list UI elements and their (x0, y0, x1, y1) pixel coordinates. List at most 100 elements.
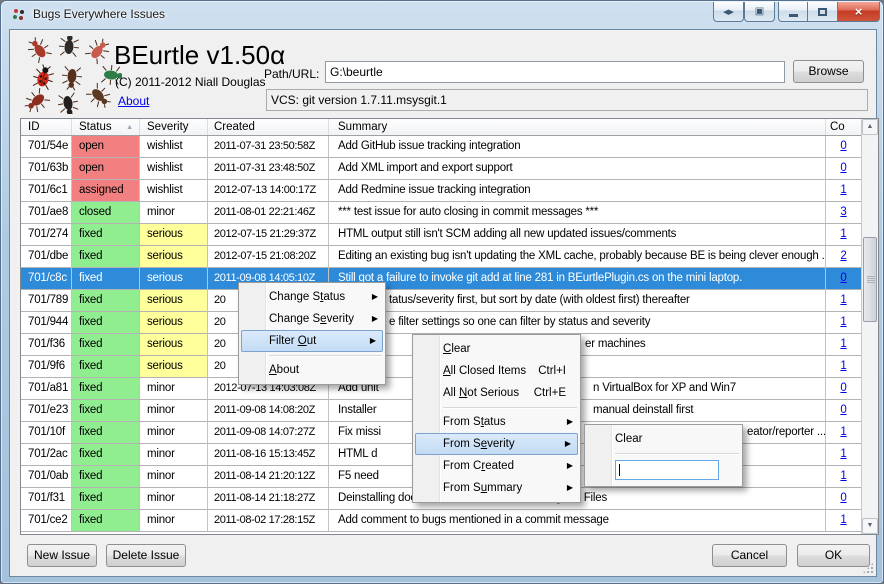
menu-item-filter-out[interactable]: Filter Out ▶ (241, 330, 383, 352)
vertical-scrollbar[interactable]: ▲ ▼ (861, 119, 878, 534)
menu-item-change-status[interactable]: Change Status ▶ (239, 286, 385, 308)
scroll-down-button[interactable]: ▼ (862, 518, 878, 534)
cell-status: open (72, 136, 140, 158)
column-header-summary[interactable]: Summary (329, 119, 826, 135)
menu-item-clear[interactable]: Clear ▶ (413, 338, 580, 360)
dock-compare-button[interactable]: ◀▶ (713, 2, 744, 22)
menu-item-change-severity[interactable]: Change Severity ▶ (239, 308, 385, 330)
comment-count-link[interactable]: 1 (840, 470, 846, 482)
cell-severity: wishlist (140, 158, 208, 180)
submenu-arrow-icon: ▶ (369, 336, 376, 345)
comment-count-link[interactable]: 0 (840, 162, 846, 174)
column-header-created[interactable]: Created (208, 119, 329, 135)
comment-count-link[interactable]: 1 (840, 448, 846, 460)
column-header-severity[interactable]: Severity (140, 119, 208, 135)
close-button[interactable]: × (838, 2, 880, 22)
clear-label: Clear (615, 433, 643, 445)
cell-id: 701/9f6 (21, 356, 72, 378)
comment-count-link[interactable]: 2 (840, 250, 846, 262)
comment-count-link[interactable]: 0 (840, 404, 846, 416)
cell-status: fixed (72, 422, 140, 444)
window: Bugs Everywhere Issues ◀▶ ▣ × BEurtle v1… (0, 0, 884, 584)
table-row[interactable]: 701/54e open wishlist 2011-07-31 23:50:5… (21, 136, 878, 158)
cell-severity: serious (140, 268, 208, 290)
comment-count-link[interactable]: 1 (840, 338, 846, 350)
menu-item-from-status[interactable]: From Status ▶ (413, 411, 580, 433)
cell-comments: 0 (826, 378, 861, 400)
cell-status: fixed (72, 312, 140, 334)
about-link[interactable]: About (118, 94, 149, 108)
cancel-button[interactable]: Cancel (712, 544, 787, 567)
popout-button[interactable]: ▣ (744, 2, 775, 22)
scrollbar-track[interactable] (862, 135, 878, 518)
table-row[interactable]: 701/274 fixed serious 2012-07-15 21:29:3… (21, 224, 878, 246)
window-popout-icon: ▣ (754, 6, 765, 17)
comment-count-link[interactable]: 0 (840, 140, 846, 152)
comment-count-link[interactable]: 0 (840, 272, 846, 284)
menu-item-all-not-serious[interactable]: All Not Serious Ctrl+E ▶ (413, 382, 580, 404)
comment-count-link[interactable]: 1 (840, 514, 846, 526)
table-row[interactable]: 701/63b open wishlist 2011-07-31 23:48:5… (21, 158, 878, 180)
comment-count-link[interactable]: 1 (840, 360, 846, 372)
cell-severity: minor (140, 488, 208, 510)
cell-comments: 3 (826, 202, 861, 224)
delete-issue-button[interactable]: Delete Issue (106, 544, 186, 567)
cell-id: 701/ae8 (21, 202, 72, 224)
new-issue-button[interactable]: New Issue (27, 544, 97, 567)
scrollbar-thumb[interactable] (863, 237, 877, 322)
column-header-status[interactable]: Status ▲ (72, 119, 140, 135)
comment-count-link[interactable]: 1 (840, 184, 846, 196)
table-row[interactable]: 701/dbe fixed serious 2012-07-15 21:08:2… (21, 246, 878, 268)
maximize-button[interactable] (808, 2, 838, 22)
cell-id: 701/0ab (21, 466, 72, 488)
menu-item-all-closed-items[interactable]: All Closed Items Ctrl+I ▶ (413, 360, 580, 382)
cell-comments: 0 (826, 268, 861, 290)
comment-count-link[interactable]: 1 (840, 228, 846, 240)
minimize-icon (788, 14, 798, 17)
cell-status: open (72, 158, 140, 180)
titlebar[interactable]: Bugs Everywhere Issues ◀▶ ▣ × (1, 1, 883, 29)
ok-button[interactable]: OK (797, 544, 870, 567)
cell-status: fixed (72, 246, 140, 268)
menu-item-clear-severity-filter[interactable]: Clear (585, 428, 742, 450)
comment-count-link[interactable]: 0 (840, 492, 846, 504)
cell-status: fixed (72, 510, 140, 532)
app-title: BEurtle v1.50α (114, 40, 286, 70)
menu-item-about[interactable]: About ▶ (239, 359, 385, 381)
column-header-comments[interactable]: Co (826, 119, 861, 135)
cell-id: 701/6c1 (21, 180, 72, 202)
cell-summary: *** test issue for auto closing in commi… (329, 202, 826, 224)
cell-id: 701/a81 (21, 378, 72, 400)
severity-filter-input[interactable] (615, 460, 719, 480)
cell-severity: minor (140, 466, 208, 488)
comment-count-link[interactable]: 1 (840, 316, 846, 328)
scroll-up-button[interactable]: ▲ (862, 119, 878, 135)
left-right-arrows-icon: ◀▶ (723, 8, 734, 16)
path-input[interactable]: G:\beurtle (325, 61, 785, 83)
table-row[interactable]: 701/944 fixed serious 20 e filter settin… (21, 312, 878, 334)
cell-created: 2011-08-02 17:28:15Z (208, 510, 329, 532)
cell-status: assigned (72, 180, 140, 202)
comment-count-link[interactable]: 0 (840, 382, 846, 394)
browse-button[interactable]: Browse (793, 60, 864, 83)
table-row[interactable]: 701/ae8 closed minor 2011-08-01 22:21:46… (21, 202, 878, 224)
cell-comments: 1 (826, 356, 861, 378)
cell-severity: minor (140, 444, 208, 466)
cell-comments: 0 (826, 400, 861, 422)
maximize-icon (818, 7, 827, 16)
column-header-id[interactable]: ID (21, 119, 72, 135)
comment-count-link[interactable]: 3 (840, 206, 846, 218)
comment-count-link[interactable]: 1 (840, 294, 846, 306)
comment-count-link[interactable]: 1 (840, 426, 846, 438)
table-row[interactable]: 701/c8c fixed serious 2011-09-08 14:05:1… (21, 268, 878, 290)
table-row[interactable]: 701/ce2 fixed minor 2011-08-02 17:28:15Z… (21, 510, 878, 532)
table-row[interactable]: 701/6c1 assigned wishlist 2012-07-13 14:… (21, 180, 878, 202)
menu-item-from-summary[interactable]: From Summary ▶ (413, 477, 580, 499)
minimize-button[interactable] (778, 2, 808, 22)
menu-item-from-created[interactable]: From Created ▶ (413, 455, 580, 477)
cell-severity: minor (140, 378, 208, 400)
table-row[interactable]: 701/789 fixed serious 20 tatus/severity … (21, 290, 878, 312)
menu-item-from-severity[interactable]: From Severity ▶ (415, 433, 578, 455)
cell-id: 701/f36 (21, 334, 72, 356)
filter-out-submenu: Clear ▶ All Closed Items Ctrl+I ▶ All No… (412, 334, 581, 503)
